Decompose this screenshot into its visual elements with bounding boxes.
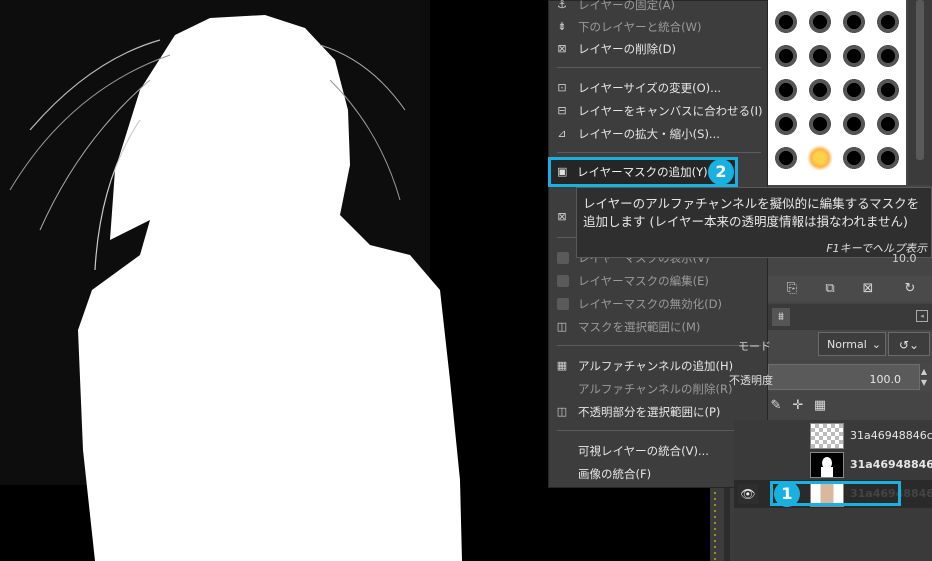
- layer-row[interactable]: 31a46948846cce: [734, 422, 932, 450]
- menu-item-label: レイヤーマスクの無効化(D): [578, 297, 722, 311]
- menu-item-label: マスクを選択範囲に(M): [578, 320, 701, 334]
- menu-item-merge-down[interactable]: ⇟ 下のレイヤーと統合(W): [549, 17, 767, 37]
- new-brush-icon[interactable]: ⎘: [784, 281, 800, 297]
- layer-name: 31a46948846c: [850, 458, 932, 471]
- menu-item-edit-layer-mask[interactable]: レイヤーマスクの編集(E): [549, 271, 767, 291]
- tooltip-line-1: レイヤーのアルファチャンネルを擬似的に編集するマスクを: [583, 196, 920, 211]
- lock-pixels-icon[interactable]: ✎: [768, 398, 784, 414]
- menu-item-label: 画像の統合(F): [578, 467, 652, 481]
- composite-mode-select[interactable]: ↺⌄: [888, 332, 930, 356]
- brush-scrollbar-thumb[interactable]: [916, 0, 924, 160]
- menu-item-delete-layer[interactable]: ⊠ レイヤーの削除(D): [549, 39, 767, 59]
- duplicate-brush-icon[interactable]: ⧉: [822, 281, 838, 297]
- step-badge-1: 1: [774, 481, 800, 507]
- opacity-label: 不透明度: [729, 374, 773, 387]
- layers-tab-icon[interactable]: ⩩: [772, 308, 790, 326]
- checkbox-icon[interactable]: [557, 252, 569, 264]
- eye-icon[interactable]: 👁: [738, 484, 758, 504]
- tooltip-line-2: 追加します (レイヤー本来の透明度情報は損なわれません): [583, 214, 908, 229]
- anchor-icon: ⚓: [557, 0, 567, 11]
- alpha-to-selection-icon: ◫: [556, 405, 568, 418]
- menu-item-label: レイヤーサイズの変更(O)...: [578, 81, 722, 95]
- lock-position-icon[interactable]: ✛: [790, 398, 806, 414]
- layer-thumbnail: [810, 423, 844, 449]
- layer-name: 31a46948846cce: [850, 429, 932, 442]
- menu-item-alpha-to-selection[interactable]: ◫ 不透明部分を選択範囲に(P): [549, 402, 767, 422]
- menu-item-label: レイヤーをキャンバスに合わせる(I): [578, 104, 763, 118]
- menu-item-label: レイヤーの固定(A): [578, 0, 675, 12]
- menu-item-label: レイヤーの削除(D): [578, 42, 676, 56]
- menu-separator: [557, 345, 761, 346]
- menu-item-label: 不透明部分を選択範囲に(P): [578, 405, 721, 419]
- menu-separator: [557, 430, 761, 431]
- opacity-row: 不透明度 100.0 ▲ ▼: [729, 362, 932, 392]
- menu-item-label: 可視レイヤーの統合(V)...: [578, 444, 709, 458]
- lock-row: ✎ ✛ ▦: [768, 396, 932, 418]
- lock-alpha-icon[interactable]: ▦: [812, 398, 828, 414]
- checkbox-icon[interactable]: [557, 275, 569, 287]
- menu-item-layer-to-canvas[interactable]: ⊟ レイヤーをキャンバスに合わせる(I): [549, 101, 767, 121]
- menu-item-mask-to-selection[interactable]: ◫ マスクを選択範囲に(M): [549, 317, 767, 337]
- mode-label: モード: [738, 340, 771, 353]
- alpha-channel-icon: ▦: [556, 359, 568, 372]
- mode-select[interactable]: Normal ⌄: [818, 332, 886, 356]
- layers-tab-strip: ⩩ ◂: [768, 304, 932, 330]
- menu-item-label: アルファチャンネルの追加(H): [578, 359, 734, 373]
- menu-item-layer-boundary-size[interactable]: ⊡ レイヤーサイズの変更(O)...: [549, 78, 767, 98]
- menu-item-label: レイヤーマスクの追加(Y)...: [577, 165, 719, 179]
- menu-separator: [557, 152, 761, 153]
- brush-grid[interactable]: [768, 0, 906, 185]
- refresh-icon[interactable]: ↻: [902, 281, 918, 297]
- tooltip: レイヤーのアルファチャンネルを擬似的に編集するマスクを 追加します (レイヤー本…: [576, 187, 932, 258]
- menu-item-label: レイヤーの拡大・縮小(S)...: [578, 127, 720, 141]
- chevron-down-icon: ⌄: [871, 338, 881, 351]
- configure-tab-icon[interactable]: ◂: [916, 310, 928, 322]
- menu-item-anchor-layer[interactable]: ⚓ レイヤーの固定(A): [549, 0, 767, 15]
- opacity-spinner[interactable]: ▲ ▼: [918, 366, 930, 388]
- add-mask-icon: ▣: [557, 165, 568, 178]
- merge-down-icon: ⇟: [557, 20, 567, 33]
- checkbox-icon[interactable]: [557, 298, 569, 310]
- layer-thumbnail: [810, 452, 844, 478]
- spacing-value: 10.0: [892, 252, 917, 265]
- reset-icon: ↺⌄: [898, 338, 920, 352]
- layer-mode-row: モード Normal ⌄ ↺⌄: [738, 330, 932, 360]
- scale-layer-icon: ⊿: [557, 127, 567, 140]
- mode-select-value: Normal: [827, 338, 867, 351]
- menu-item-disable-layer-mask[interactable]: レイヤーマスクの無効化(D): [549, 294, 767, 314]
- layer-boundary-icon: ⊡: [557, 81, 567, 94]
- brush-actions-row: ⎘ ⧉ ⊠ ↻: [768, 276, 932, 302]
- menu-item-scale-layer[interactable]: ⊿ レイヤーの拡大・縮小(S)...: [549, 124, 767, 144]
- menu-separator: [557, 67, 761, 68]
- menu-item-label: レイヤーマスクの編集(E): [578, 274, 709, 288]
- menu-item-label: 下のレイヤーと統合(W): [578, 20, 702, 34]
- layer-to-canvas-icon: ⊟: [557, 104, 567, 117]
- menu-item-label: アルファチャンネルの削除(R): [578, 382, 733, 396]
- opacity-slider[interactable]: 不透明度 100.0: [729, 364, 920, 390]
- mask-to-selection-icon: ◫: [556, 320, 568, 333]
- step-badge-2: 2: [708, 159, 734, 185]
- delete-mask-icon: ⊠: [557, 210, 567, 223]
- delete-brush-icon[interactable]: ⊠: [860, 281, 876, 297]
- brush-scrollbar[interactable]: [908, 0, 932, 185]
- delete-layer-icon: ⊠: [557, 42, 567, 55]
- layer-row[interactable]: 31a46948846c: [734, 451, 932, 479]
- opacity-value: 100.0: [869, 373, 902, 386]
